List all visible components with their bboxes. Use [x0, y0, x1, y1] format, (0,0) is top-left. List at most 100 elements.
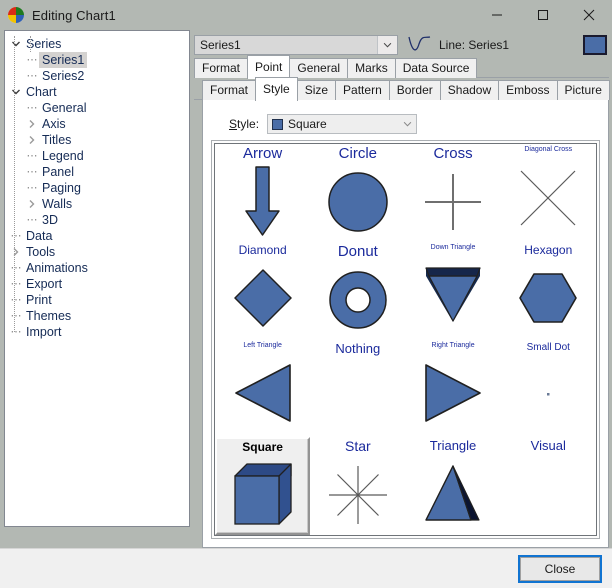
close-icon[interactable]	[566, 0, 612, 30]
tree-item-export[interactable]: ⋯ Export	[5, 276, 189, 292]
secondary-tab-strip[interactable]: Format Style Size Pattern Border Shadow Emboss…	[194, 77, 610, 101]
chevron-down-icon[interactable]	[9, 36, 23, 52]
tree-item-label: Series1	[39, 52, 88, 68]
window-controls	[474, 0, 612, 30]
shape-glyph-hexagon-icon	[501, 257, 596, 340]
tab-size[interactable]: Size	[296, 80, 337, 100]
tab-shadow[interactable]: Shadow	[439, 80, 500, 100]
tab-point[interactable]: Point	[247, 55, 291, 79]
tree-item-label: Paging	[42, 181, 81, 195]
tab-label: Shadow	[447, 83, 492, 97]
navigation-tree-panel[interactable]: Series ⋯ Series1 ⋯ Series2 Chart ⋯ General Axis T…	[4, 30, 190, 527]
shape-cell-arrow[interactable]: Arrow	[215, 144, 310, 242]
tree-guide-line	[14, 36, 15, 332]
window-title: Editing Chart1	[32, 7, 116, 23]
tree-item-panel[interactable]: ⋯ Panel	[5, 164, 189, 180]
tab-general[interactable]: General	[289, 58, 349, 78]
tree-item-series[interactable]: Series	[5, 36, 189, 52]
shape-label: Nothing	[335, 340, 381, 356]
tab-label: Data Source	[402, 61, 470, 75]
shape-cell-diagonal-cross[interactable]: Diagonal Cross	[501, 144, 596, 242]
chevron-down-icon[interactable]	[377, 35, 397, 54]
shape-cell-diamond[interactable]: Diamond	[215, 242, 310, 340]
shape-cell-square[interactable]: Square	[215, 437, 311, 535]
tree-item-paging[interactable]: ⋯ Paging	[5, 180, 189, 196]
tree-item-data[interactable]: ⋯ Data	[5, 228, 189, 244]
tab-label: Size	[304, 83, 329, 97]
tab-data-source[interactable]: Data Source	[394, 58, 478, 78]
tab-marks[interactable]: Marks	[347, 58, 396, 78]
style-combobox[interactable]: Square	[267, 114, 418, 134]
shape-style-grid[interactable]: Arrow Circle Cross Diagonal Cross Diamond Don…	[214, 143, 597, 536]
shape-cell-left-triangle[interactable]: Left Triangle	[215, 340, 310, 438]
shape-cell-star[interactable]: Star	[310, 437, 405, 535]
tab-label: Point	[255, 60, 283, 74]
shape-cell-visual[interactable]: Visual	[501, 437, 596, 535]
series-color-swatch[interactable]	[582, 34, 607, 55]
series-combobox[interactable]: Series1	[194, 34, 398, 55]
tree-connector: ⋯	[10, 310, 22, 322]
tab-style[interactable]: Style	[255, 77, 298, 101]
chevron-down-icon[interactable]	[398, 121, 416, 127]
tree-item-series1[interactable]: ⋯ Series1	[5, 52, 189, 68]
tree-item-tools[interactable]: Tools	[5, 244, 189, 260]
shape-cell-right-triangle[interactable]: Right Triangle	[405, 340, 500, 438]
shape-cell-hexagon[interactable]: Hexagon	[501, 242, 596, 340]
shape-cell-donut[interactable]: Donut	[310, 242, 405, 340]
chevron-down-icon[interactable]	[9, 84, 23, 100]
shape-glyph-down-triangle-icon	[405, 251, 500, 339]
shape-label: Circle	[338, 145, 377, 162]
dialog-footer: Close	[0, 548, 612, 588]
tab-emboss[interactable]: Emboss	[498, 80, 558, 100]
tree-item-print[interactable]: ⋯ Print	[5, 292, 189, 308]
tree-item-chart[interactable]: Chart	[5, 84, 189, 100]
tree-item-titles[interactable]: Titles	[5, 132, 189, 148]
tab-pattern[interactable]: Pattern	[335, 80, 390, 100]
tree-item-import[interactable]: ⋯ Import	[5, 324, 189, 340]
blue-square-icon	[272, 118, 284, 130]
tab-label: General	[297, 61, 341, 75]
style-field-label: Style:	[229, 117, 260, 131]
chevron-right-icon[interactable]	[25, 132, 39, 148]
shape-label: Triangle	[429, 438, 477, 454]
shape-cell-nothing[interactable]: Nothing	[310, 340, 405, 438]
chevron-right-icon[interactable]	[9, 244, 23, 260]
close-button[interactable]: Close	[518, 554, 602, 583]
navigation-tree: Series ⋯ Series1 ⋯ Series2 Chart ⋯ General Axis T…	[5, 31, 189, 340]
tree-item-label: Chart	[26, 85, 57, 99]
shape-cell-down-triangle[interactable]: Down Triangle	[405, 242, 500, 340]
shape-cell-circle[interactable]: Circle	[310, 144, 405, 242]
chevron-right-icon[interactable]	[25, 116, 39, 132]
shape-cell-cross[interactable]: Cross	[405, 144, 500, 242]
tree-item-general[interactable]: ⋯ General	[5, 100, 189, 116]
tree-item-animations[interactable]: ⋯ Animations	[5, 260, 189, 276]
tab-label: Style	[263, 82, 290, 96]
tree-connector: ⋯	[10, 294, 22, 306]
tree-connector: ⋯	[10, 326, 22, 338]
tree-item-themes[interactable]: ⋯ Themes	[5, 308, 189, 324]
tree-item-legend[interactable]: ⋯ Legend	[5, 148, 189, 164]
tree-item-axis[interactable]: Axis	[5, 116, 189, 132]
tab-format[interactable]: Format	[194, 58, 249, 78]
tab-picture[interactable]: Picture	[556, 80, 610, 100]
tab-format[interactable]: Format	[202, 80, 257, 100]
shape-glyph-none-icon	[501, 454, 596, 535]
tree-item-series2[interactable]: ⋯ Series2	[5, 68, 189, 84]
tab-label: Border	[396, 83, 433, 97]
shape-glyph-diamond-icon	[215, 257, 310, 340]
primary-tab-strip[interactable]: Format Point General Marks Data Source	[194, 55, 609, 79]
tree-item-label: 3D	[42, 213, 58, 227]
chevron-right-icon[interactable]	[25, 196, 39, 212]
tree-item-walls[interactable]: Walls	[5, 196, 189, 212]
shape-cell-small-dot[interactable]: Small Dot	[501, 340, 596, 438]
tree-connector: ⋯	[26, 54, 38, 66]
tree-connector: ⋯	[26, 102, 38, 114]
tree-item-3d[interactable]: ⋯ 3D	[5, 212, 189, 228]
tree-item-label: Export	[26, 277, 63, 291]
shape-cell-triangle[interactable]: Triangle	[405, 437, 500, 535]
maximize-icon[interactable]	[520, 0, 566, 30]
tab-border[interactable]: Border	[388, 80, 441, 100]
shape-label: Visual	[530, 438, 566, 454]
tree-item-label: Print	[26, 293, 52, 307]
minimize-icon[interactable]	[474, 0, 520, 30]
